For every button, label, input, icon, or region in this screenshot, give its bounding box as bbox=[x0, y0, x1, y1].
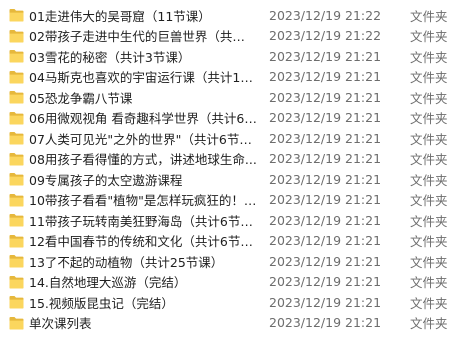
file-row[interactable]: 单次课列表 2023/12/19 21:21 文件夹 bbox=[0, 313, 466, 334]
file-type: 文件夹 bbox=[410, 316, 448, 332]
folder-icon bbox=[9, 8, 24, 22]
file-type: 文件夹 bbox=[410, 275, 448, 291]
folder-icon bbox=[9, 70, 24, 84]
folder-icon bbox=[9, 90, 24, 104]
file-name[interactable]: 04马斯克也喜欢的宇宙运行课（共计12... bbox=[29, 67, 257, 86]
file-type: 文件夹 bbox=[410, 111, 448, 127]
file-modified-date: 2023/12/19 21:21 bbox=[269, 212, 382, 228]
file-modified-date: 2023/12/19 21:21 bbox=[269, 151, 382, 167]
file-type: 文件夹 bbox=[410, 152, 448, 168]
file-row[interactable]: 02带孩子走进中生代的巨兽世界（共计1... 2023/12/19 21:22 文件… bbox=[0, 26, 466, 47]
file-name[interactable]: 07人类可见光"之外的世界"（共计6节课） bbox=[29, 129, 257, 148]
file-type: 文件夹 bbox=[410, 90, 448, 106]
file-name[interactable]: 12看中国春节的传统和文化（共计6节课） bbox=[29, 231, 257, 250]
file-name[interactable]: 13了不起的动植物（共计25节课） bbox=[29, 252, 257, 271]
file-name[interactable]: 03雪花的秘密（共计3节课） bbox=[29, 47, 257, 66]
file-row[interactable]: 08用孩子看得懂的方式，讲述地球生命... 2023/12/19 21:21 文件夹 bbox=[0, 149, 466, 170]
folder-icon bbox=[9, 152, 24, 166]
file-name[interactable]: 单次课列表 bbox=[29, 313, 257, 332]
file-name[interactable]: 14.自然地理大巡游（完结） bbox=[29, 272, 257, 291]
file-name[interactable]: 06用微观视角 看奇趣科学世界（共计6节... bbox=[29, 108, 257, 127]
file-modified-date: 2023/12/19 21:22 bbox=[269, 28, 382, 44]
file-row[interactable]: 09专属孩子的太空遨游课程 2023/12/19 21:21 文件夹 bbox=[0, 169, 466, 190]
file-modified-date: 2023/12/19 21:21 bbox=[269, 315, 382, 331]
file-row[interactable]: 15.视频版昆虫记（完结） 2023/12/19 21:21 文件夹 bbox=[0, 292, 466, 313]
file-row[interactable]: 01走进伟大的吴哥窟（11节课） 2023/12/19 21:22 文件夹 bbox=[0, 5, 466, 26]
file-type: 文件夹 bbox=[410, 295, 448, 311]
file-modified-date: 2023/12/19 21:21 bbox=[269, 253, 382, 269]
file-row[interactable]: 11带孩子玩转南美狂野海岛（共计6节课） 2023/12/19 21:21 文件夹 bbox=[0, 210, 466, 231]
file-modified-date: 2023/12/19 21:22 bbox=[269, 7, 382, 23]
file-type: 文件夹 bbox=[410, 131, 448, 147]
file-row[interactable]: 03雪花的秘密（共计3节课） 2023/12/19 21:21 文件夹 bbox=[0, 46, 466, 67]
file-row[interactable]: 06用微观视角 看奇趣科学世界（共计6节... 2023/12/19 21:21 文… bbox=[0, 108, 466, 129]
file-row[interactable]: 12看中国春节的传统和文化（共计6节课） 2023/12/19 21:21 文件夹 bbox=[0, 231, 466, 252]
folder-icon bbox=[9, 193, 24, 207]
folder-icon bbox=[9, 172, 24, 186]
file-type: 文件夹 bbox=[410, 8, 448, 24]
file-type: 文件夹 bbox=[410, 234, 448, 250]
file-name[interactable]: 05恐龙争霸八节课 bbox=[29, 88, 257, 107]
folder-icon bbox=[9, 111, 24, 125]
file-row[interactable]: 07人类可见光"之外的世界"（共计6节课） 2023/12/19 21:21 文件夹 bbox=[0, 128, 466, 149]
file-type: 文件夹 bbox=[410, 213, 448, 229]
file-modified-date: 2023/12/19 21:21 bbox=[269, 110, 382, 126]
file-modified-date: 2023/12/19 21:21 bbox=[269, 233, 382, 249]
file-type: 文件夹 bbox=[410, 254, 448, 270]
folder-icon bbox=[9, 234, 24, 248]
file-name[interactable]: 11带孩子玩转南美狂野海岛（共计6节课） bbox=[29, 211, 257, 230]
file-name[interactable]: 09专属孩子的太空遨游课程 bbox=[29, 170, 257, 189]
file-row[interactable]: 04马斯克也喜欢的宇宙运行课（共计12... 2023/12/19 21:21 文件… bbox=[0, 67, 466, 88]
file-modified-date: 2023/12/19 21:21 bbox=[269, 89, 382, 105]
file-type: 文件夹 bbox=[410, 49, 448, 65]
folder-icon bbox=[9, 316, 24, 330]
folder-icon bbox=[9, 295, 24, 309]
file-modified-date: 2023/12/19 21:21 bbox=[269, 192, 382, 208]
file-name[interactable]: 10带孩子看看"植物"是怎样玩疯狂的！（... bbox=[29, 190, 257, 209]
file-modified-date: 2023/12/19 21:21 bbox=[269, 69, 382, 85]
file-modified-date: 2023/12/19 21:21 bbox=[269, 48, 382, 64]
file-row[interactable]: 13了不起的动植物（共计25节课） 2023/12/19 21:21 文件夹 bbox=[0, 251, 466, 272]
file-type: 文件夹 bbox=[410, 172, 448, 188]
folder-icon bbox=[9, 49, 24, 63]
file-name[interactable]: 15.视频版昆虫记（完结） bbox=[29, 293, 257, 312]
file-name[interactable]: 01走进伟大的吴哥窟（11节课） bbox=[29, 6, 257, 25]
folder-icon bbox=[9, 131, 24, 145]
file-modified-date: 2023/12/19 21:21 bbox=[269, 130, 382, 146]
file-name[interactable]: 08用孩子看得懂的方式，讲述地球生命... bbox=[29, 149, 257, 168]
folder-icon bbox=[9, 213, 24, 227]
file-type: 文件夹 bbox=[410, 193, 448, 209]
file-row[interactable]: 05恐龙争霸八节课 2023/12/19 21:21 文件夹 bbox=[0, 87, 466, 108]
folder-icon bbox=[9, 29, 24, 43]
file-modified-date: 2023/12/19 21:21 bbox=[269, 294, 382, 310]
file-modified-date: 2023/12/19 21:21 bbox=[269, 274, 382, 290]
file-list: 01走进伟大的吴哥窟（11节课） 2023/12/19 21:22 文件夹 02带孩子… bbox=[0, 0, 466, 356]
file-name[interactable]: 02带孩子走进中生代的巨兽世界（共计1... bbox=[29, 26, 257, 45]
folder-icon bbox=[9, 254, 24, 268]
file-modified-date: 2023/12/19 21:21 bbox=[269, 171, 382, 187]
folder-icon bbox=[9, 275, 24, 289]
file-type: 文件夹 bbox=[410, 70, 448, 86]
file-row[interactable]: 10带孩子看看"植物"是怎样玩疯狂的！（... 2023/12/19 21:21 文… bbox=[0, 190, 466, 211]
file-row[interactable]: 14.自然地理大巡游（完结） 2023/12/19 21:21 文件夹 bbox=[0, 272, 466, 293]
file-type: 文件夹 bbox=[410, 29, 448, 45]
